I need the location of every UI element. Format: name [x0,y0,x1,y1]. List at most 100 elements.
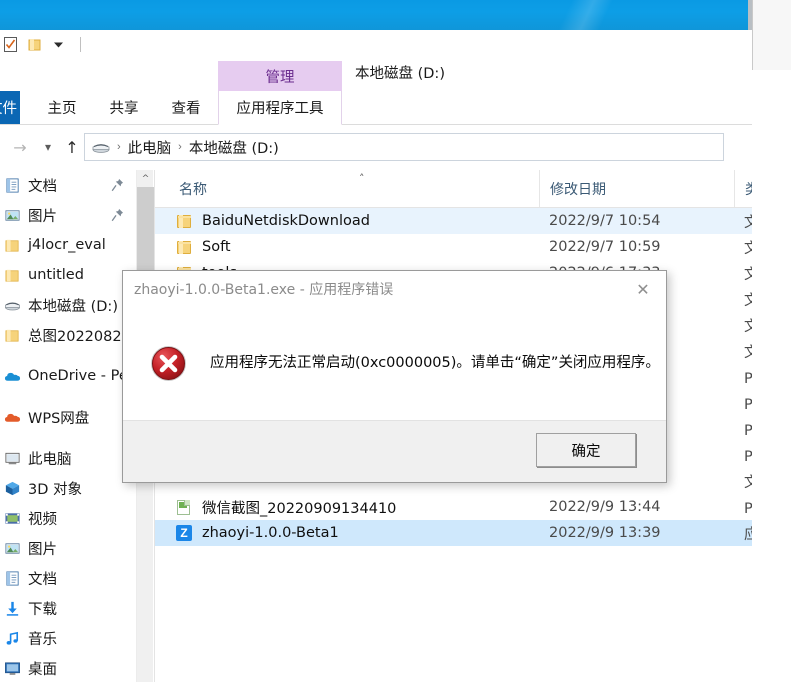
videos-icon [5,512,20,524]
sidebar-item-1[interactable]: 图片 [0,200,136,230]
breadcrumb-local-disk-d[interactable]: 本地磁盘 (D:) [189,137,279,158]
sort-ascending-icon: ˄ [359,172,365,185]
folder-icon [175,212,193,230]
forward-arrow-icon[interactable]: → [8,135,32,159]
tab-home[interactable]: 主页 [33,91,91,124]
ribbon-tab-bar: 文件 主页 共享 查看 应用程序工具 [0,91,752,125]
sidebar-item-label: 本地磁盘 (D:) [28,298,118,315]
properties-icon[interactable] [2,36,19,53]
sidebar-item-15[interactable]: 桌面 [0,653,136,682]
close-icon[interactable]: ✕ [620,271,666,307]
tab-application-tools[interactable]: 应用程序工具 [218,91,342,125]
chevron-down-icon[interactable] [50,36,67,53]
file-type-cell: PNG 图 [744,500,752,517]
navigation-pane: 文档 图片 j4locr_eval untitled 本地磁盘 (D:) 总图202208… [0,170,136,682]
sidebar-item-8[interactable]: 此电脑 [0,443,136,473]
music-icon [4,630,21,647]
column-header-type[interactable]: 类型 [734,170,752,207]
file-list-header: 名称 ˄ 修改日期 类型 [155,170,752,208]
sidebar-item-label: 此电脑 [28,451,72,468]
nav-group-gap [0,350,136,361]
sidebar-item-label: 图片 [28,208,57,225]
breadcrumb-separator: › [178,141,182,153]
sidebar-item-13[interactable]: 下载 [0,593,136,623]
file-row[interactable]: Soft 2022/9/7 10:59 文件夹 [155,234,752,260]
scroll-up-icon[interactable]: ^ [137,170,154,187]
sidebar-item-7[interactable]: WPS网盘 [0,402,136,432]
contextual-tab-header[interactable]: 管理 [218,61,342,91]
sidebar-item-6[interactable]: OneDrive - Perso [0,361,136,391]
folder-icon [5,239,19,252]
file-name-cell: Zzhaoyi-1.0.0-Beta1 [175,524,339,542]
file-row[interactable]: Zzhaoyi-1.0.0-Beta1 2022/9/9 13:39 应用程 [155,520,752,546]
sidebar-item-label: 音乐 [28,631,57,648]
error-dialog: zhaoyi-1.0.0-Beta1.exe - 应用程序错误 ✕ 应用程序无法… [122,270,667,483]
file-name-label: BaiduNetdiskDownload [202,213,370,229]
column-header-name-label: 名称 [179,181,207,198]
sidebar-item-14[interactable]: 音乐 [0,623,136,653]
desktop-wallpaper [0,0,791,30]
sidebar-item-2[interactable]: j4locr_eval [0,230,136,260]
wps-cloud-icon [4,413,21,422]
breadcrumb-this-pc[interactable]: 此电脑 [128,137,172,158]
sidebar-item-9[interactable]: 3D 对象 [0,473,136,503]
pin-icon[interactable] [111,208,124,222]
file-type-cell: PNG 图 [744,422,752,439]
file-row[interactable]: 微信截图_20220909134410 2022/9/9 13:44 PNG 图 [155,494,752,520]
desktop-icon [5,661,20,675]
up-arrow-icon[interactable]: ↑ [60,135,84,159]
file-date-cell: 2022/9/9 13:44 [549,499,661,515]
sidebar-item-0[interactable]: 文档 [0,170,136,200]
file-name-cell: 微信截图_20220909134410 [175,497,396,518]
file-type-cell: PNG 图 [744,396,752,413]
desktop-icon [4,660,21,677]
column-header-date[interactable]: 修改日期 [539,170,734,207]
sidebar-item-3[interactable]: untitled [0,260,136,290]
tab-view[interactable]: 查看 [157,91,215,124]
folder-icon [4,237,21,254]
folder-icon [4,267,21,284]
file-row[interactable]: BaiduNetdiskDownload 2022/9/7 10:54 文件夹 [155,208,752,234]
sidebar-item-11[interactable]: 图片 [0,533,136,563]
documents-icon [4,177,21,194]
sidebar-item-label: OneDrive - Perso [28,368,136,384]
quick-access-toolbar [0,30,752,61]
breadcrumb-separator: › [117,141,121,153]
this-pc-icon [4,450,21,467]
dialog-title-bar[interactable]: zhaoyi-1.0.0-Beta1.exe - 应用程序错误 [123,271,666,307]
file-name-label: zhaoyi-1.0.0-Beta1 [202,525,339,541]
videos-icon [4,510,21,527]
toolbar-separator [80,37,81,52]
sidebar-item-10[interactable]: 视频 [0,503,136,533]
sidebar-item-5[interactable]: 总图20220828v [0,320,136,350]
file-type-cell: PNG 图 [744,370,752,387]
tab-file[interactable]: 文件 [0,91,20,124]
sidebar-item-4[interactable]: 本地磁盘 (D:) [0,290,136,320]
sidebar-item-label: untitled [28,267,84,283]
pictures-icon [5,209,20,221]
address-bar-row: → ▾ ↑ › 此电脑 › 本地磁盘 (D:) [0,125,752,170]
file-type-cell: 文件夹 [744,263,752,284]
sidebar-item-12[interactable]: 文档 [0,563,136,593]
background-window[interactable]: H [752,0,791,70]
folder-icon [175,238,193,256]
documents-icon [4,570,21,587]
chevron-down-icon[interactable]: ▾ [36,135,60,159]
pin-icon[interactable] [111,178,124,192]
sidebar-item-label: 总图20220828v [28,328,136,345]
file-type-cell: 文本文 [744,471,752,492]
ok-button[interactable]: 确定 [536,433,636,467]
onedrive-icon [4,368,21,385]
address-input[interactable]: › 此电脑 › 本地磁盘 (D:) [84,133,724,161]
new-folder-icon[interactable] [26,36,43,53]
file-type-cell: 应用程 [744,523,752,544]
file-name-label: Soft [202,239,231,255]
pictures-icon [4,207,21,224]
folder-icon [5,329,19,342]
documents-icon [6,177,19,193]
column-header-name[interactable]: 名称 ˄ [169,170,539,207]
drive-icon [5,302,20,310]
sidebar-item-label: 桌面 [28,661,57,678]
tab-share[interactable]: 共享 [95,91,153,124]
zhaoyi-app-icon: Z [175,524,193,542]
